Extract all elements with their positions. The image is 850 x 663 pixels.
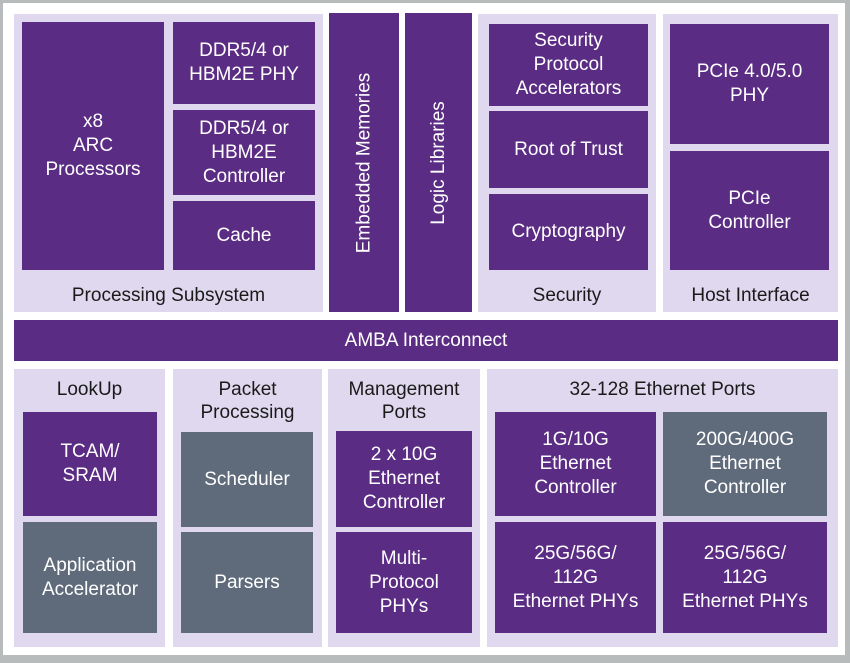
ethernet-ports-label: 32-128 Ethernet Ports [569,379,756,400]
processing-subsystem-panel: x8 ARC Processors DDR5/4 or HBM2E PHY DD… [14,14,323,312]
management-ports-panel: Management Ports 2 x 10G Ethernet Contro… [328,369,480,647]
200g-400g-ethernet-controller-block: 200G/400G Ethernet Controller [663,412,827,516]
cryptography-block: Cryptography [489,194,648,270]
security-label: Security [532,285,602,306]
packet-processing-panel: Packet Processing Scheduler Parsers [173,369,322,647]
1g-10g-ethernet-controller-block: 1G/10G Ethernet Controller [495,412,656,516]
management-ports-label: Management Ports [348,379,460,423]
ddr-controller-block: DDR5/4 or HBM2E Controller [173,110,315,195]
security-protocol-accelerators-block: Security Protocol Accelerators [489,24,648,106]
multi-protocol-phys-block: Multi- Protocol PHYs [336,532,472,633]
lookup-panel: LookUp TCAM/ SRAM Application Accelerato… [14,369,165,647]
scheduler-block: Scheduler [181,432,313,527]
pcie-controller-block: PCIe Controller [670,151,829,270]
security-panel: Security Protocol Accelerators Root of T… [478,14,656,312]
parsers-block: Parsers [181,532,313,633]
application-accelerator-block: Application Accelerator [23,522,157,633]
soc-block-diagram: x8 ARC Processors DDR5/4 or HBM2E PHY DD… [3,3,845,655]
ethernet-phys-block-right: 25G/56G/ 112G Ethernet PHYs [663,522,827,633]
root-of-trust-block: Root of Trust [489,111,648,188]
processing-subsystem-label: Processing Subsystem [71,285,266,306]
logic-libraries-block: Logic Libraries [405,13,472,312]
ethernet-phys-block-left: 25G/56G/ 112G Ethernet PHYs [495,522,656,633]
embedded-memories-block: Embedded Memories [329,13,399,312]
lookup-label: LookUp [56,379,123,400]
host-interface-label: Host Interface [691,285,810,306]
tcam-sram-block: TCAM/ SRAM [23,412,157,516]
host-interface-panel: PCIe 4.0/5.0 PHY PCIe Controller Host In… [663,14,838,312]
ddr-phy-block: DDR5/4 or HBM2E PHY [173,22,315,104]
management-ethernet-controller-block: 2 x 10G Ethernet Controller [336,431,472,527]
arc-processors-block: x8 ARC Processors [22,22,164,270]
amba-interconnect-bar: AMBA Interconnect [14,320,838,361]
ethernet-ports-panel: 32-128 Ethernet Ports 1G/10G Ethernet Co… [487,369,838,647]
logic-libraries-label: Logic Libraries [427,100,449,225]
packet-processing-label: Packet Processing [200,379,295,423]
embedded-memories-label: Embedded Memories [353,72,374,253]
cache-block: Cache [173,201,315,270]
pcie-phy-block: PCIe 4.0/5.0 PHY [670,24,829,144]
